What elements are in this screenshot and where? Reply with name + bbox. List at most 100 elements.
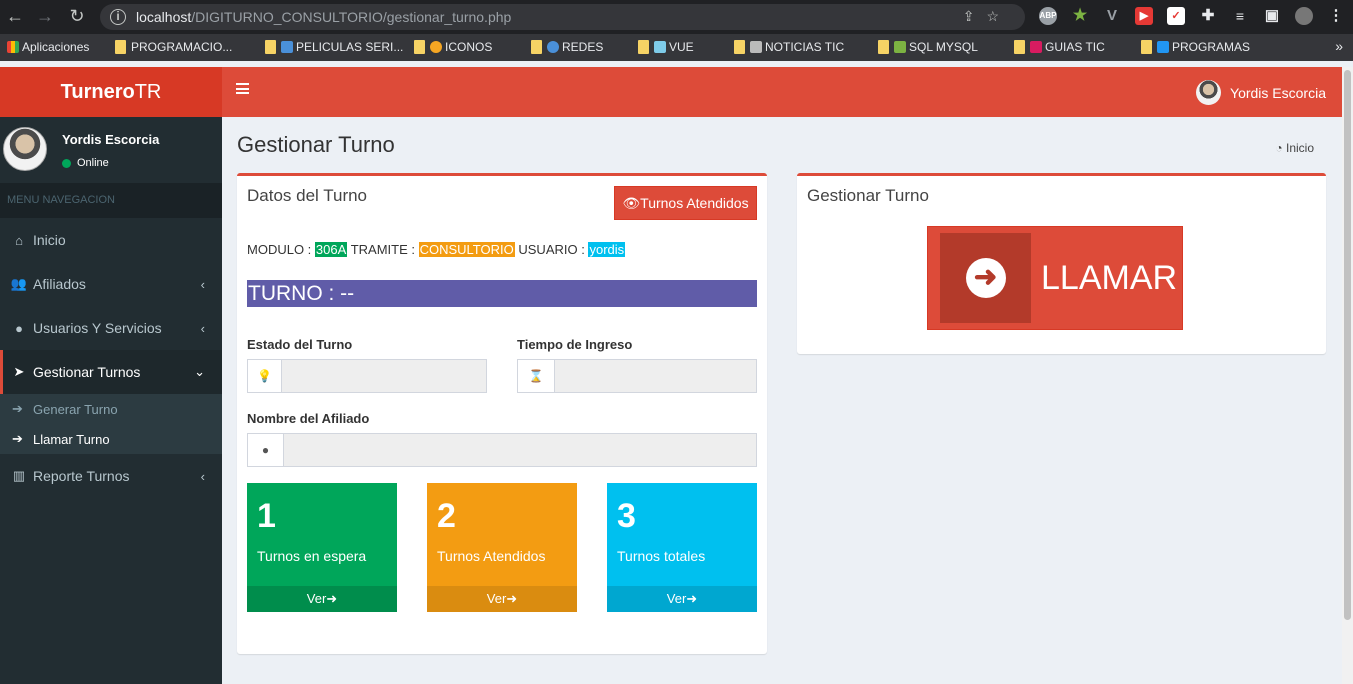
datos-turno-box: Datos del Turno 👁Turnos Atendidos MODULO… xyxy=(237,173,767,654)
paper-plane-icon: ➤ xyxy=(13,364,25,379)
ver-label: Ver xyxy=(486,591,507,606)
llamar-button[interactable]: ➜ LLAMAR xyxy=(927,226,1183,330)
bookmark-peliculas[interactable]: PELICULAS SERI... xyxy=(265,40,403,54)
status-text: Online xyxy=(77,157,109,169)
logo-bold: Turnero xyxy=(60,81,135,103)
adblock-icon[interactable]: ABP xyxy=(1039,7,1057,25)
sidebar-subitem-generar-turno[interactable]: ➔ Generar Turno xyxy=(0,394,222,424)
nombre-input[interactable] xyxy=(284,434,756,466)
folder-icon xyxy=(638,40,649,54)
tile-label: Turnos en espera xyxy=(257,548,367,564)
tile-ver-link[interactable]: Ver➜ xyxy=(607,586,757,612)
sidepanel-icon[interactable]: ▣ xyxy=(1263,7,1281,25)
hourglass-icon: ⌛ xyxy=(518,360,555,392)
subitem-label: Generar Turno xyxy=(33,401,118,417)
breadcrumb[interactable]: ◔ Inicio xyxy=(1275,141,1314,155)
top-navbar: Yordis Escorcia xyxy=(222,67,1353,117)
lightbulb-icon: 💡 xyxy=(248,360,282,392)
sidebar-item-gestionar-turnos[interactable]: ➤ Gestionar Turnos ⌄ xyxy=(0,350,222,394)
chevron-left-icon: ‹ xyxy=(200,276,205,292)
chevron-down-icon: ⌄ xyxy=(194,364,205,379)
bookmark-vue[interactable]: VUE xyxy=(638,40,694,54)
reload-icon[interactable]: ↻ xyxy=(64,6,90,27)
sidebar-item-label: Inicio xyxy=(33,232,66,248)
arrow-circle-right-icon: ➜ xyxy=(686,591,698,606)
dashboard-icon: ⌂ xyxy=(15,232,23,248)
vue-devtools-icon[interactable]: V xyxy=(1103,7,1121,25)
bookmark-noticias[interactable]: NOTICIAS TIC xyxy=(734,40,844,54)
sidebar-item-reporte-turnos[interactable]: ▥ Reporte Turnos ‹ xyxy=(0,454,222,498)
modulo-badge: 306A xyxy=(314,242,348,257)
bookmark-apps[interactable]: Aplicaciones xyxy=(7,40,89,54)
arrow-circle-right-icon: ➜ xyxy=(506,591,518,606)
share-icon[interactable]: ⇪ xyxy=(963,8,987,24)
menu-toggle-icon[interactable] xyxy=(236,83,249,94)
site-info-icon[interactable]: i xyxy=(110,9,126,25)
dashboard-icon: ◔ xyxy=(1275,141,1286,155)
back-icon[interactable]: ← xyxy=(2,6,28,27)
bookmark-redes[interactable]: REDES xyxy=(531,40,603,54)
estado-label: Estado del Turno xyxy=(247,337,353,352)
sidebar-subitem-llamar-turno[interactable]: ➔ Llamar Turno xyxy=(0,424,222,454)
sidebar-item-label: Afiliados xyxy=(33,276,86,292)
tile-ver-link[interactable]: Ver➜ xyxy=(427,586,577,612)
nombre-field[interactable]: ● xyxy=(247,433,757,467)
avatar xyxy=(3,127,47,171)
star-icon[interactable]: ☆ xyxy=(986,8,1011,24)
reading-list-icon[interactable]: ≡ xyxy=(1231,7,1249,25)
user-name: Yordis Escorcia xyxy=(62,132,160,147)
user-icon: ● xyxy=(248,434,284,466)
usuario-label: USUARIO : xyxy=(518,242,585,257)
bookmark-guias[interactable]: GUIAS TIC xyxy=(1014,40,1105,54)
tile-ver-link[interactable]: Ver➜ xyxy=(247,586,397,612)
more-bookmarks-icon[interactable]: » xyxy=(1335,38,1343,54)
user-menu[interactable]: Yordis Escorcia xyxy=(1196,80,1326,105)
scrollbar-thumb[interactable] xyxy=(1344,70,1351,620)
sidebar-item-label: Reporte Turnos xyxy=(33,468,130,484)
extensions-icon[interactable]: ✚ xyxy=(1199,7,1217,25)
address-bar[interactable]: i localhost/DIGITURNO_CONSULTORIO/gestio… xyxy=(100,4,1025,30)
bookmark-sql[interactable]: SQL MYSQL xyxy=(878,40,978,54)
bookmark-iconos[interactable]: ICONOS xyxy=(414,40,492,54)
tile-turnos-totales: 3 Turnos totales Ver➜ xyxy=(607,483,757,612)
sidebar-item-label: Usuarios Y Servicios xyxy=(33,320,162,336)
tiempo-input[interactable] xyxy=(555,360,756,392)
sidebar-item-usuarios[interactable]: ● Usuarios Y Servicios ‹ xyxy=(0,306,222,350)
users-icon: 👥 xyxy=(10,276,28,291)
app-logo[interactable]: TurneroTR xyxy=(0,67,222,117)
estado-input[interactable] xyxy=(282,360,486,392)
url-path: /DIGITURNO_CONSULTORIO/gestionar_turno.p… xyxy=(191,9,512,25)
bookmark-label: Aplicaciones xyxy=(22,40,90,54)
arrow-circle-right-icon: ➜ xyxy=(326,591,338,606)
folder-icon xyxy=(115,40,126,54)
bookmark-label: PROGRAMAS xyxy=(1172,40,1251,54)
page-scrollbar[interactable] xyxy=(1342,67,1353,684)
checklist-icon[interactable]: ✓ xyxy=(1167,7,1185,25)
tiempo-field[interactable]: ⌛ xyxy=(517,359,757,393)
bookmark-label: PROGRAMACIO... xyxy=(131,40,233,54)
folder-icon xyxy=(1014,40,1025,54)
extension-star-icon[interactable]: ★ xyxy=(1071,7,1089,25)
ver-label: Ver xyxy=(306,591,327,606)
folder-icon xyxy=(414,40,425,54)
browser-menu-icon[interactable]: ⋮ xyxy=(1327,7,1345,25)
forward-icon[interactable]: → xyxy=(32,6,58,27)
box-title: Datos del Turno xyxy=(247,186,368,205)
url-host: localhost xyxy=(136,9,192,25)
folder-icon xyxy=(531,40,542,54)
bookmark-label: VUE xyxy=(669,40,694,54)
browser-toolbar: ← → ↻ i localhost/DIGITURNO_CONSULTORIO/… xyxy=(0,0,1353,34)
gestionar-turno-box: Gestionar Turno ➜ LLAMAR xyxy=(797,173,1326,354)
extension-red-icon[interactable]: ▶ xyxy=(1135,7,1153,25)
tile-label: Turnos totales xyxy=(617,548,706,564)
bookmark-programacion[interactable]: PROGRAMACIO... xyxy=(115,40,232,54)
profile-avatar[interactable] xyxy=(1295,7,1313,25)
sidebar-item-afiliados[interactable]: 👥 Afiliados ‹ xyxy=(0,262,222,306)
bookmark-label: GUIAS TIC xyxy=(1045,40,1105,54)
turnos-atendidos-button[interactable]: 👁Turnos Atendidos xyxy=(614,186,757,220)
user-icon: ● xyxy=(15,320,23,336)
sidebar-item-inicio[interactable]: ⌂ Inicio xyxy=(0,218,222,262)
estado-field[interactable]: 💡 xyxy=(247,359,487,393)
bookmark-programas[interactable]: PROGRAMAS xyxy=(1141,40,1250,54)
chevron-left-icon: ‹ xyxy=(200,468,205,484)
